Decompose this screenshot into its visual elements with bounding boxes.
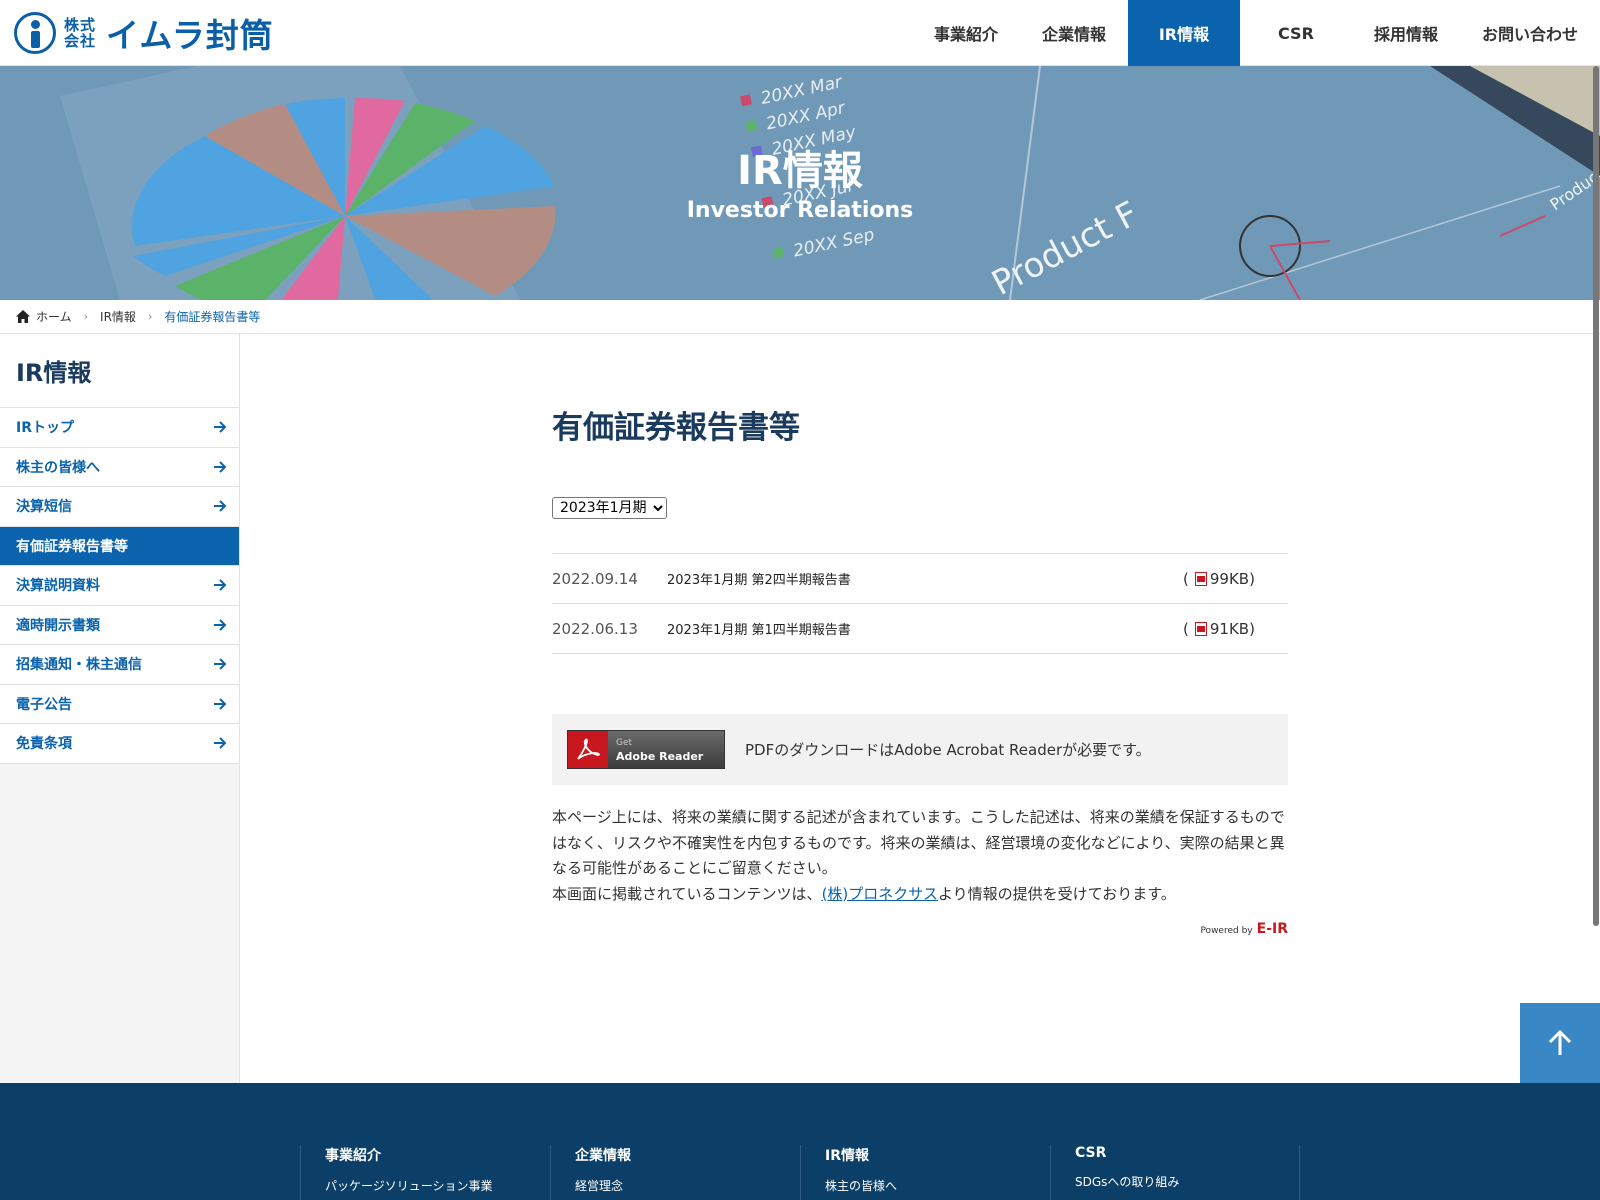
breadcrumb-current: 有価証券報告書等 bbox=[164, 310, 261, 324]
nav-item-business[interactable]: 事業紹介 bbox=[912, 0, 1020, 66]
sidebar-item-label: IRトップ bbox=[16, 420, 74, 437]
adobe-reader-notice: Get Adobe Reader PDFのダウンロードはAdobe Acroba… bbox=[552, 714, 1288, 785]
footer-heading[interactable]: 企業情報 bbox=[575, 1145, 800, 1165]
document-link[interactable]: 2023年1月期 第2四半期報告書 bbox=[667, 569, 1183, 588]
sidebar-item-disclaimer[interactable]: 免責条項 bbox=[0, 724, 239, 764]
nav-item-ir[interactable]: IR情報 bbox=[1127, 0, 1240, 66]
main-content: 有価証券報告書等 2023年1月期 2022.09.14 2023年1月期 第2… bbox=[552, 334, 1288, 937]
sidebar-item-disclosures[interactable]: 適時開示書類 bbox=[0, 606, 239, 645]
size-open-paren: ( bbox=[1183, 569, 1189, 588]
chevron-right-icon: › bbox=[147, 310, 153, 323]
chevron-right-icon: › bbox=[83, 310, 89, 323]
logo-mark-icon bbox=[14, 12, 56, 54]
sidebar-item-label: 免責条項 bbox=[16, 736, 72, 753]
document-row: 2022.06.13 2023年1月期 第1四半期報告書 ( 91KB) bbox=[552, 604, 1288, 654]
footer-link[interactable]: 経営理念 bbox=[575, 1177, 800, 1194]
nav-item-company[interactable]: 企業情報 bbox=[1020, 0, 1128, 66]
sidebar-item-earnings[interactable]: 決算短信 bbox=[0, 487, 239, 527]
pdf-icon bbox=[1194, 621, 1207, 636]
eir-logo[interactable]: E-IR bbox=[1257, 921, 1288, 937]
footer-column-csr: CSR SDGsへの取り組み bbox=[1050, 1145, 1300, 1200]
breadcrumb-home[interactable]: ホーム bbox=[36, 308, 72, 325]
document-row: 2022.09.14 2023年1月期 第2四半期報告書 ( 99KB) bbox=[552, 554, 1288, 604]
arrow-right-icon bbox=[214, 619, 227, 631]
file-size: 91KB) bbox=[1209, 619, 1255, 638]
footer-link[interactable]: パッケージソリューション事業 bbox=[325, 1177, 550, 1194]
sidebar-title: IR情報 bbox=[0, 334, 239, 408]
document-date: 2022.09.14 bbox=[552, 569, 638, 588]
site-footer: 事業紹介 パッケージソリューション事業 企業情報 経営理念 IR情報 株主の皆様… bbox=[0, 1083, 1600, 1200]
adobe-badge-name: Adobe Reader bbox=[616, 749, 704, 763]
adobe-message: PDFのダウンロードはAdobe Acrobat Readerが必要です。 bbox=[745, 741, 1151, 759]
sidebar-item-label: 株主の皆様へ bbox=[16, 459, 100, 476]
sidebar-item-label: 適時開示書類 bbox=[16, 617, 100, 634]
nav-item-recruit[interactable]: 採用情報 bbox=[1352, 0, 1460, 66]
footer-column-company: 企業情報 経営理念 bbox=[550, 1145, 800, 1200]
document-list: 2022.09.14 2023年1月期 第2四半期報告書 ( 99KB) 202… bbox=[552, 553, 1288, 654]
document-size: ( 91KB) bbox=[1183, 620, 1288, 638]
nav-item-csr[interactable]: CSR bbox=[1240, 0, 1352, 66]
nav-item-contact[interactable]: お問い合わせ bbox=[1460, 0, 1600, 66]
footer-heading[interactable]: IR情報 bbox=[825, 1145, 1050, 1165]
sidebar-item-shareholders[interactable]: 株主の皆様へ bbox=[0, 448, 239, 487]
arrow-right-icon bbox=[214, 579, 227, 591]
footer-column-ir: IR情報 株主の皆様へ bbox=[800, 1145, 1050, 1200]
sidebar-item-securities-reports[interactable]: 有価証券報告書等 bbox=[0, 526, 239, 566]
powered-by: Powered by E-IR bbox=[1200, 921, 1288, 937]
hero-title: IR情報 bbox=[737, 148, 863, 194]
footer-heading[interactable]: 事業紹介 bbox=[325, 1145, 550, 1165]
sidebar-item-label: 決算短信 bbox=[16, 499, 72, 516]
hero-banner: 20XX Mar 20XX Apr 20XX May 20XX Jul 20XX… bbox=[0, 66, 1600, 300]
sidebar-item-label: 決算説明資料 bbox=[16, 578, 100, 595]
notice-provider: 本画面に掲載されているコンテンツは、(株)プロネクサスより情報の提供を受けており… bbox=[552, 884, 1176, 903]
get-adobe-reader-button[interactable]: Get Adobe Reader bbox=[567, 730, 725, 769]
company-logo[interactable]: 株式会社 イムラ封筒 bbox=[14, 11, 274, 55]
arrow-right-icon bbox=[214, 698, 227, 710]
adobe-badge-get: Get bbox=[616, 737, 633, 748]
sidebar-item-label: 招集通知・株主通信 bbox=[16, 657, 142, 674]
arrow-right-icon bbox=[214, 658, 227, 670]
file-size: 99KB) bbox=[1209, 569, 1255, 588]
document-size: ( 99KB) bbox=[1183, 570, 1288, 588]
period-select[interactable]: 2023年1月期 bbox=[552, 497, 667, 519]
sidebar-item-label: 電子公告 bbox=[16, 696, 72, 713]
footer-link[interactable]: SDGsへの取り組み bbox=[1075, 1173, 1299, 1190]
arrow-right-icon bbox=[214, 421, 227, 433]
arrow-right-icon bbox=[214, 500, 227, 512]
footer-heading[interactable]: CSR bbox=[1075, 1145, 1299, 1161]
scrollbar-thumb[interactable] bbox=[1593, 66, 1599, 926]
sidebar: IR情報 IRトップ 株主の皆様へ 決算短信 有価証券報告書等 決算説明資料 適… bbox=[0, 334, 240, 1083]
arrow-up-icon bbox=[1548, 1029, 1572, 1055]
sidebar-item-presentations[interactable]: 決算説明資料 bbox=[0, 566, 239, 606]
home-icon bbox=[16, 310, 30, 323]
logo-name-text: イムラ封筒 bbox=[106, 16, 274, 55]
forward-looking-notice: 本ページ上には、将来の業績に関する記述が含まれています。こうした記述は、将来の業… bbox=[552, 805, 1288, 907]
document-date: 2022.06.13 bbox=[552, 619, 638, 638]
sidebar-item-ir-top[interactable]: IRトップ bbox=[0, 408, 239, 448]
adobe-logo-icon bbox=[568, 731, 608, 768]
pdf-icon bbox=[1194, 571, 1207, 586]
sidebar-item-label: 有価証券報告書等 bbox=[16, 538, 128, 555]
site-header: 株式会社 イムラ封筒 事業紹介 企業情報 IR情報 CSR 採用情報 お問い合わ… bbox=[0, 0, 1600, 66]
footer-column-business: 事業紹介 パッケージソリューション事業 bbox=[300, 1145, 550, 1200]
arrow-right-icon bbox=[214, 461, 227, 473]
footer-link[interactable]: 株主の皆様へ bbox=[825, 1177, 1050, 1194]
sidebar-item-meeting-notices[interactable]: 招集通知・株主通信 bbox=[0, 645, 239, 685]
back-to-top-button[interactable] bbox=[1520, 1003, 1600, 1083]
size-open-paren: ( bbox=[1183, 619, 1189, 638]
notice-paragraph: 本ページ上には、将来の業績に関する記述が含まれています。こうした記述は、将来の業… bbox=[552, 808, 1285, 877]
arrow-right-icon bbox=[214, 737, 227, 749]
breadcrumb-ir[interactable]: IR情報 bbox=[100, 308, 136, 325]
page-title: 有価証券報告書等 bbox=[552, 410, 800, 446]
sidebar-menu: IRトップ 株主の皆様へ 決算短信 有価証券報告書等 決算説明資料 適時開示書類… bbox=[0, 408, 239, 764]
pronexus-link[interactable]: (株)プロネクサス bbox=[822, 885, 938, 903]
document-link[interactable]: 2023年1月期 第1四半期報告書 bbox=[667, 619, 1183, 638]
global-nav: 事業紹介 企業情報 IR情報 CSR 採用情報 お問い合わせ bbox=[912, 0, 1600, 66]
sidebar-item-public-notices[interactable]: 電子公告 bbox=[0, 685, 239, 724]
logo-small-text: 株式会社 bbox=[64, 16, 97, 50]
breadcrumb: ホーム › IR情報 › 有価証券報告書等 bbox=[0, 300, 1600, 334]
page-scrollbar[interactable] bbox=[1592, 0, 1600, 1083]
hero-subtitle: Investor Relations bbox=[686, 198, 914, 223]
